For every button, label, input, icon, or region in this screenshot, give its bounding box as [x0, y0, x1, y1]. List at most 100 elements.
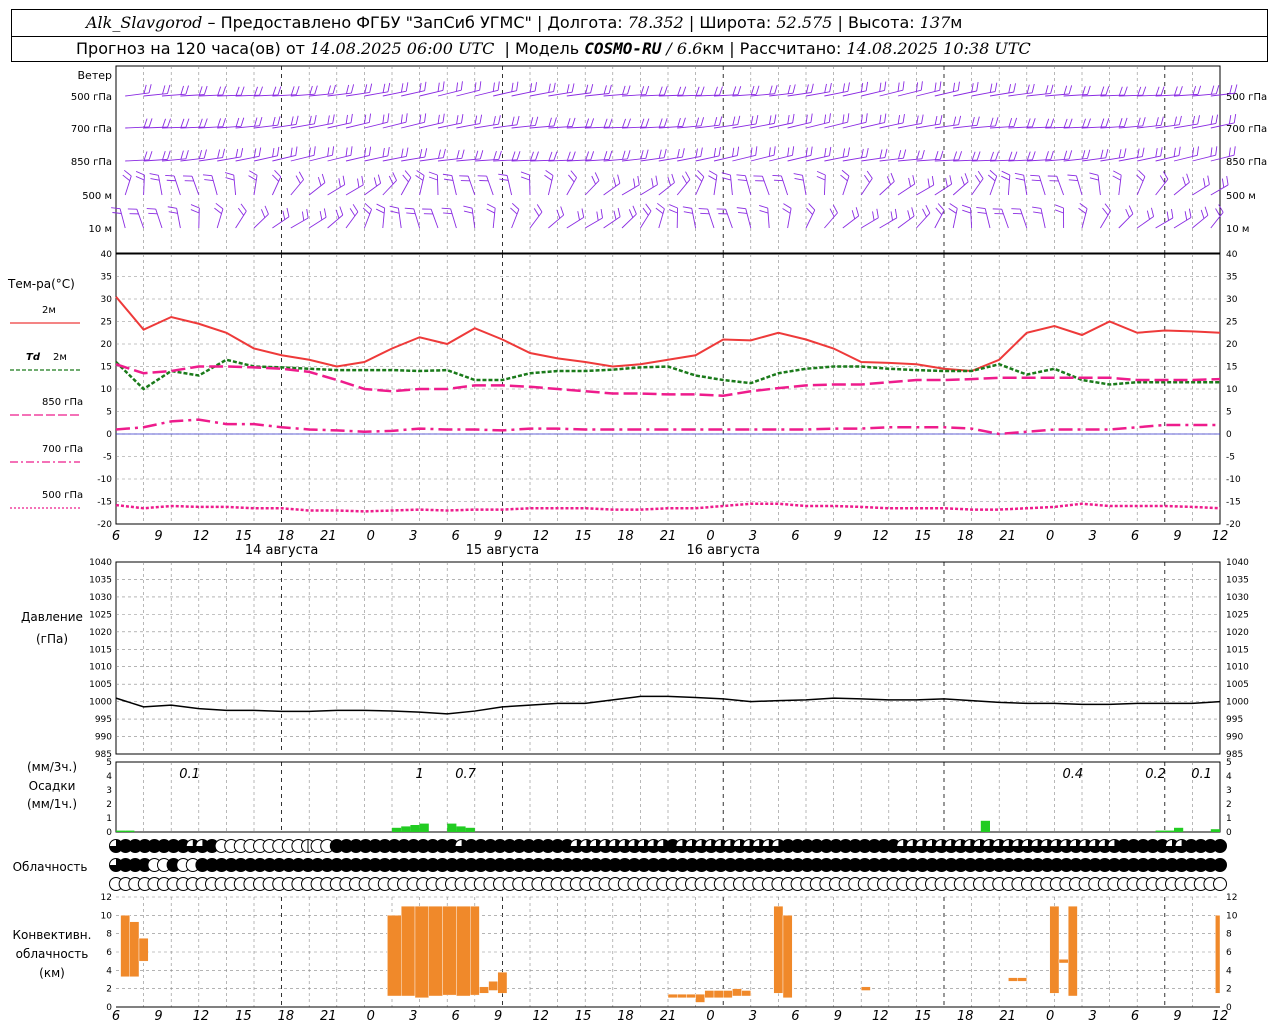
conv-cloud-bar	[470, 905, 480, 996]
wind-barb	[364, 146, 390, 162]
hour-label: 0	[367, 529, 375, 544]
wind-barb	[787, 146, 813, 162]
conv-cloud-bar	[732, 988, 742, 997]
wind-barb	[1026, 84, 1054, 97]
wind-barb	[1210, 204, 1224, 229]
conv-tick-label-right: 4	[1226, 966, 1232, 976]
wind-barb	[272, 146, 298, 162]
wind-barb	[842, 207, 860, 229]
wind-barb	[603, 118, 631, 129]
wind-barb	[750, 146, 776, 162]
wind-level-label: 700 гПа	[71, 124, 112, 135]
precip-bar	[401, 826, 411, 832]
wind-barb	[621, 118, 650, 129]
wind-barb	[976, 206, 991, 229]
conv-cloud-bar	[1058, 959, 1069, 964]
wind-barb	[1026, 150, 1054, 162]
wind-barb	[603, 174, 621, 196]
conv-cloud-bar	[686, 993, 696, 999]
wind-barb	[916, 204, 931, 229]
wind-barb	[566, 151, 595, 162]
conv-cloud-bar	[428, 905, 443, 997]
precip-bar	[125, 830, 135, 832]
wind-barb	[732, 146, 758, 162]
conv-cloud-bar	[741, 990, 751, 997]
wind-barb	[125, 84, 152, 97]
temp-tick-label-right: 10	[1226, 385, 1238, 395]
precip-bar	[1210, 829, 1220, 832]
wind-barb	[879, 208, 898, 229]
wind-barb	[879, 149, 907, 162]
wind-barb	[772, 175, 789, 196]
wind-level-label-right: 10 м	[1226, 224, 1249, 235]
wind-barb	[916, 150, 944, 162]
temp-tick-label-right: -10	[1226, 475, 1241, 485]
precip-bar	[392, 827, 402, 832]
temp-tick-label-right: 35	[1226, 273, 1237, 283]
temp-tick-label-right: 20	[1226, 340, 1238, 350]
wind-barb	[272, 115, 299, 129]
wind-barb	[668, 204, 679, 229]
hour-label-bottom: 12	[193, 1009, 210, 1024]
precip-tick-label: 4	[106, 772, 112, 782]
wind-barb	[272, 85, 300, 97]
pressure-tick-label: 1020	[89, 628, 112, 638]
wind-barb	[952, 173, 969, 196]
wind-barb	[511, 116, 539, 129]
wind-barb	[816, 170, 826, 196]
hour-label: 0	[1046, 529, 1054, 544]
wind-barb	[934, 203, 945, 229]
hour-label-bottom: 12	[872, 1009, 889, 1024]
wind-barb	[290, 146, 316, 162]
wind-barb	[1112, 170, 1122, 196]
conv-tick-label-right: 8	[1226, 930, 1232, 940]
hour-label: 12	[872, 529, 889, 544]
wind-barb	[486, 203, 496, 229]
wind-barb	[916, 176, 935, 196]
cloud-symbol	[1213, 839, 1227, 853]
date-label: 16 августа	[686, 543, 760, 558]
conv-cloud-bar	[120, 915, 130, 977]
wind-barb	[953, 116, 980, 129]
wind-barb	[566, 208, 585, 229]
temp-title: Тем-ра(°C)	[7, 277, 75, 291]
wind-barb	[805, 146, 832, 162]
hour-label: 6	[452, 529, 460, 544]
hour-label: 9	[1173, 529, 1181, 544]
conv-tick-label: 8	[106, 930, 112, 940]
wind-barb	[544, 170, 554, 196]
wind-barb	[419, 81, 445, 97]
hour-label-bottom: 15	[914, 1009, 931, 1024]
wind-barb	[510, 202, 520, 229]
conv-tick-label: 12	[101, 893, 112, 903]
wind-barb	[879, 172, 895, 196]
wind-barb	[1008, 83, 1035, 97]
precip-unit-1h: (мм/1ч.)	[27, 797, 77, 811]
pressure-unit: (гПа)	[36, 632, 68, 646]
wind-barb	[419, 113, 445, 129]
wind-level-label-right: 700 гПа	[1226, 124, 1267, 135]
wind-barb	[1032, 206, 1046, 229]
wind-barb	[404, 207, 421, 229]
wind-barb	[1118, 147, 1145, 162]
hour-label: 6	[1131, 529, 1139, 544]
hour-label-bottom: 6	[791, 1009, 799, 1024]
hour-label-bottom: 21	[999, 1009, 1016, 1024]
hour-label-bottom: 12	[532, 1009, 549, 1024]
wind-barb	[308, 208, 327, 229]
wind-barb	[345, 175, 364, 196]
wind-barb	[442, 173, 457, 196]
wind-barb	[1001, 170, 1011, 196]
precip-bar	[980, 820, 990, 832]
wind-barb	[1155, 146, 1181, 162]
precip-bar	[419, 823, 429, 832]
legend-label-prefix: Td	[26, 352, 41, 363]
wind-barb	[805, 203, 816, 229]
pressure-tick-label-right: 1025	[1226, 610, 1249, 620]
conv-cloud-bar	[704, 990, 715, 999]
wind-barb	[695, 146, 721, 162]
wind-barb	[217, 148, 244, 162]
wind-barb	[716, 208, 733, 229]
wind-barb	[364, 174, 382, 196]
wind-barb	[971, 170, 984, 196]
